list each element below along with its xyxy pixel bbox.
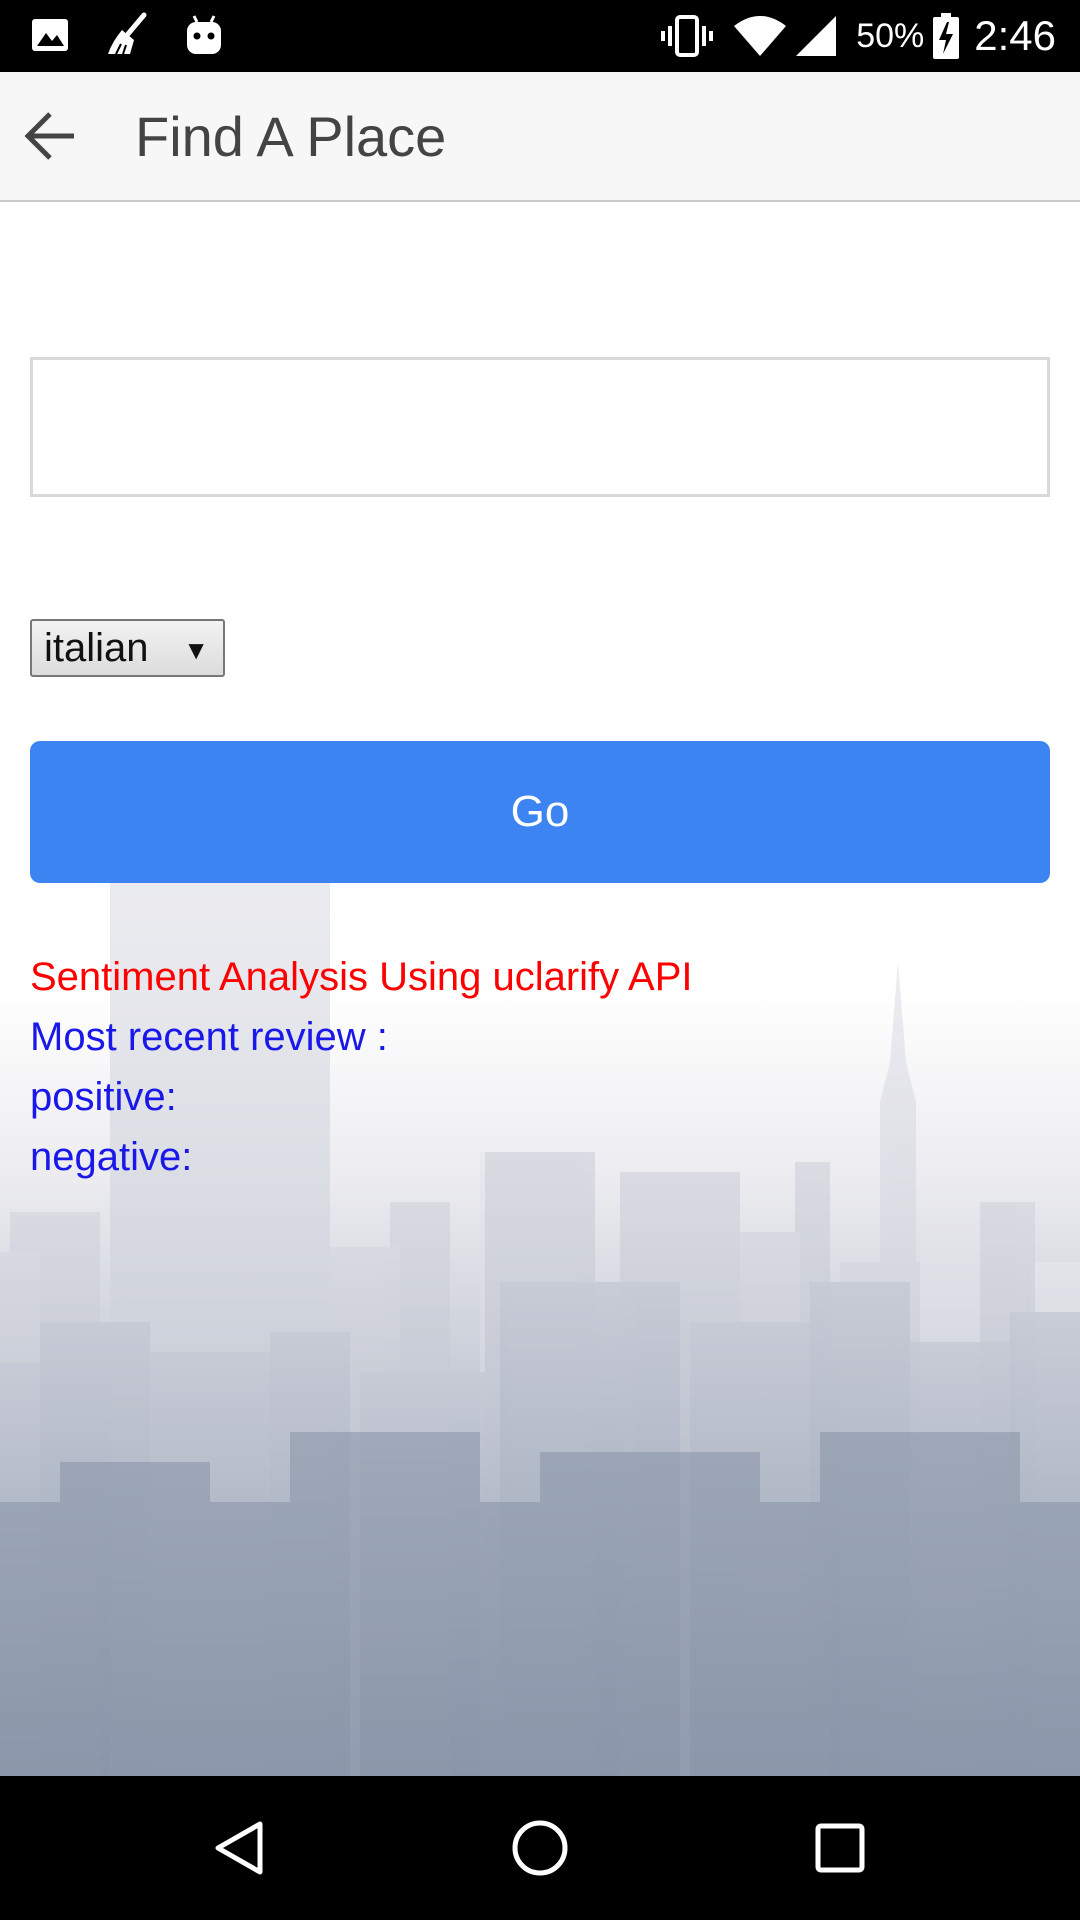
status-right-icons: 50% 2:46 xyxy=(660,8,1056,64)
search-input[interactable] xyxy=(30,357,1050,497)
go-button[interactable]: Go xyxy=(30,741,1050,883)
nav-home-button[interactable] xyxy=(508,1816,572,1880)
wifi-icon xyxy=(732,14,788,58)
battery-percent: 50% xyxy=(856,16,925,55)
battery-charging-icon xyxy=(932,12,960,60)
dropdown-arrow-icon: ▼ xyxy=(183,635,209,665)
vibrate-icon xyxy=(660,14,714,58)
back-triangle-icon xyxy=(215,1821,263,1875)
content-area: italian ▼ Go Sentiment Analysis Using uc… xyxy=(0,202,1080,1776)
app-bar: Find A Place xyxy=(0,72,1080,202)
status-bar: 50% 2:46 xyxy=(0,0,1080,72)
positive-label: positive: xyxy=(30,1075,177,1119)
status-left-icons xyxy=(30,12,224,58)
image-icon xyxy=(30,15,70,55)
nav-back-button[interactable] xyxy=(208,1816,272,1880)
navigation-bar xyxy=(0,1776,1080,1920)
home-circle-icon xyxy=(512,1820,568,1876)
page-title: Find A Place xyxy=(135,105,447,168)
clock: 2:46 xyxy=(974,12,1056,59)
recents-square-icon xyxy=(815,1823,865,1873)
arrow-back-icon xyxy=(24,112,74,160)
back-button[interactable] xyxy=(18,104,82,168)
recent-review-label: Most recent review : xyxy=(30,1015,388,1059)
results-panel: Sentiment Analysis Using uclarify API Mo… xyxy=(30,947,693,1187)
sentiment-heading: Sentiment Analysis Using uclarify API xyxy=(30,955,693,999)
nav-recents-button[interactable] xyxy=(808,1816,872,1880)
broom-icon xyxy=(104,12,150,58)
signal-icon xyxy=(794,14,838,58)
negative-label: negative: xyxy=(30,1135,193,1179)
cuisine-select[interactable]: italian ▼ xyxy=(30,619,225,677)
screen: 50% 2:46 Find A Place italian ▼ Go Senti… xyxy=(0,0,1080,1920)
cuisine-select-value: italian xyxy=(44,625,149,670)
android-icon xyxy=(184,14,224,56)
